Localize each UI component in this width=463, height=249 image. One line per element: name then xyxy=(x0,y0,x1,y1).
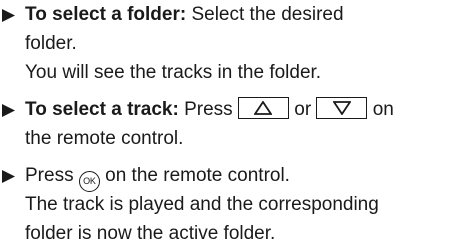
ok-button-icon: OK xyxy=(78,171,100,192)
step-text: on the remote control. xyxy=(99,165,290,186)
step-text: Press xyxy=(25,165,74,186)
step-lead: To select a track: xyxy=(25,99,179,120)
step-line: The track is played and the correspondin… xyxy=(25,194,379,215)
step-line: the remote control. xyxy=(25,128,184,149)
step-text: or xyxy=(294,99,312,120)
step-line: You will see the tracks in the folder. xyxy=(25,62,322,83)
step-lead: To select a folder: xyxy=(25,4,187,25)
step-line: Press OK on the remote control. xyxy=(25,161,290,192)
step-text: Select the desired xyxy=(186,4,344,25)
triangle-up-key-icon xyxy=(237,97,289,119)
step-text: on xyxy=(372,99,394,120)
step-line: To select a track: Press or on xyxy=(25,95,394,124)
step-text: Press xyxy=(178,99,233,120)
step-line: folder is now the active folder. xyxy=(25,223,276,244)
step-line: To select a folder: Select the desired xyxy=(25,0,344,29)
bullet-arrow-icon xyxy=(2,161,18,190)
bullet-arrow-icon xyxy=(2,0,18,29)
step-line: folder. xyxy=(25,33,77,54)
triangle-down-key-icon xyxy=(316,97,368,119)
instruction-list: To select a folder: Select the desired f… xyxy=(0,0,463,249)
bullet-arrow-icon xyxy=(2,95,18,124)
